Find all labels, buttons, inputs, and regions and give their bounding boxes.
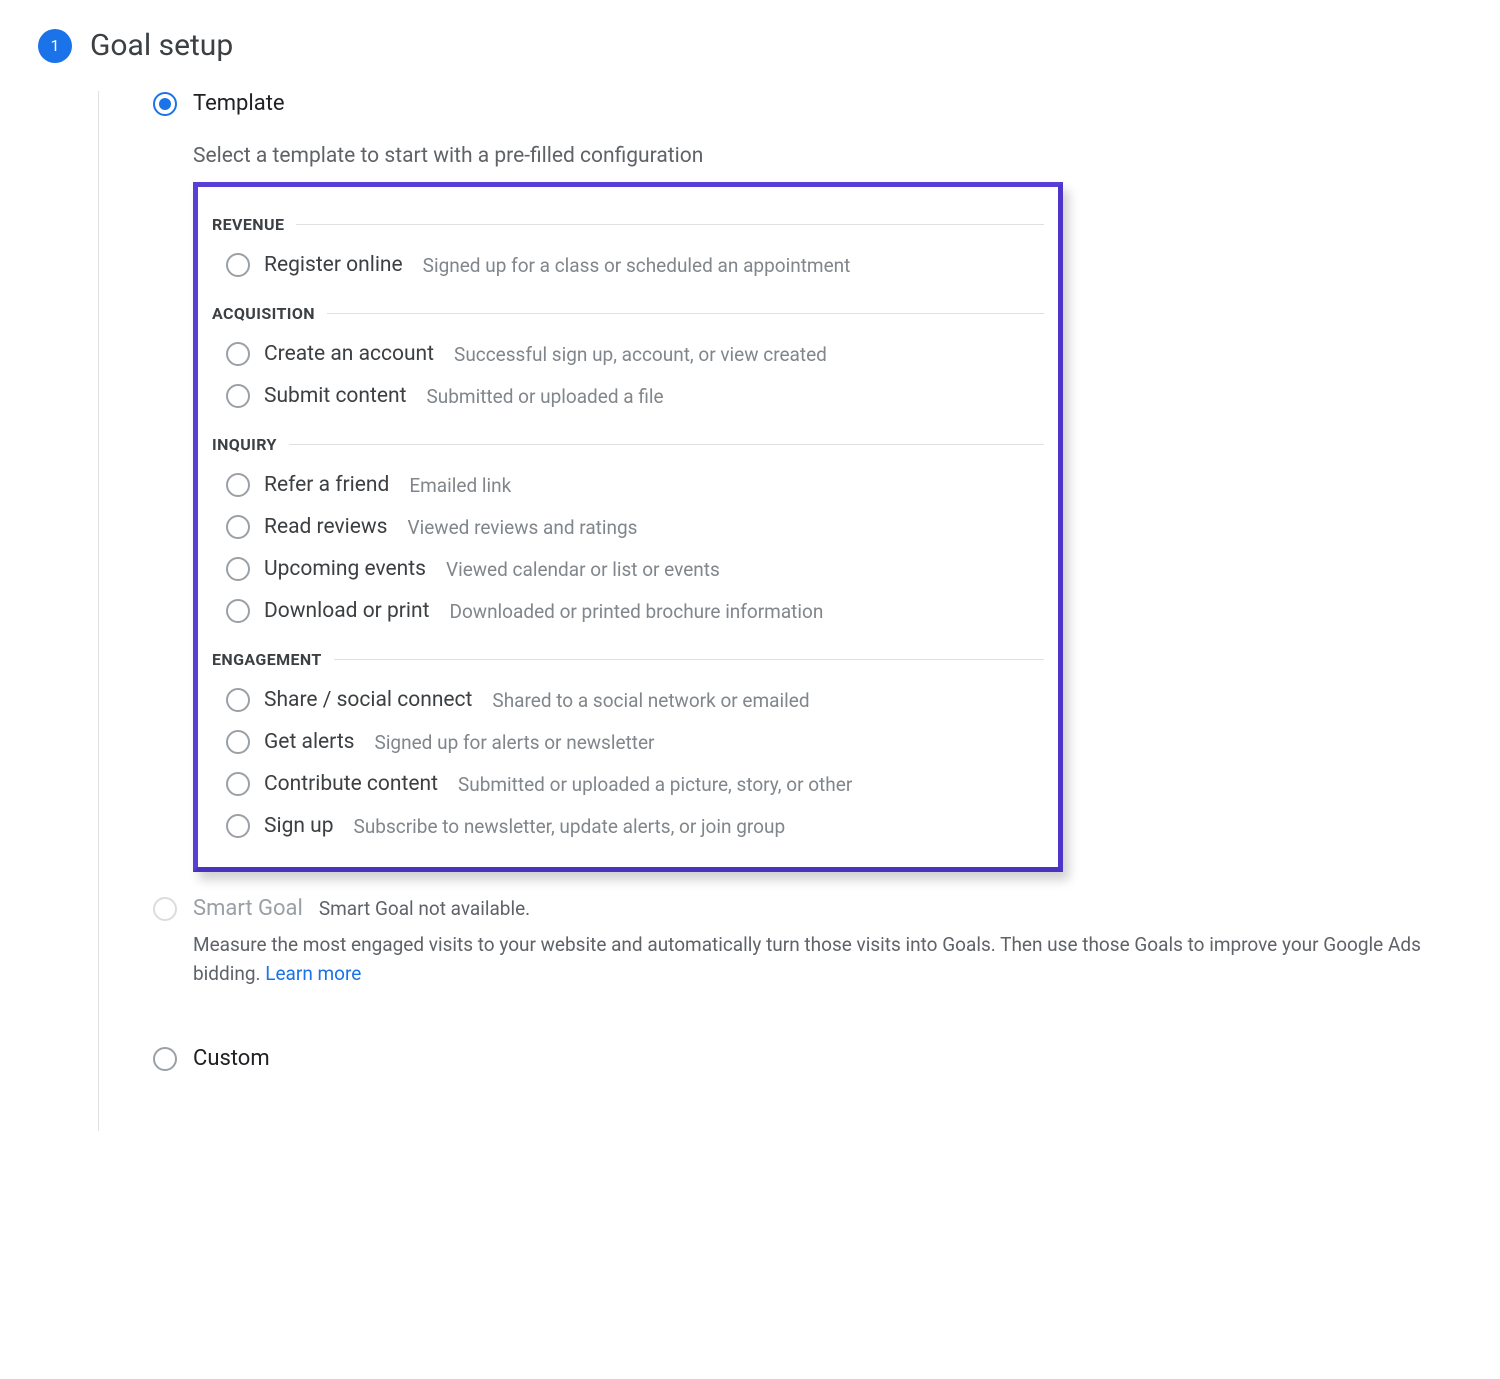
group-heading: ACQUISITION: [212, 304, 1044, 323]
option-radio[interactable]: [226, 342, 250, 366]
option-radio[interactable]: [226, 557, 250, 581]
divider: [334, 659, 1044, 660]
option-desc: Successful sign up, account, or view cre…: [454, 343, 827, 366]
step-header: 1 Goal setup: [38, 28, 1480, 63]
option-radio[interactable]: [226, 384, 250, 408]
option-desc: Downloaded or printed brochure informati…: [449, 600, 823, 623]
option-refer-friend[interactable]: Refer a friend Emailed link: [212, 464, 1044, 506]
option-read-reviews[interactable]: Read reviews Viewed reviews and ratings: [212, 506, 1044, 548]
option-radio[interactable]: [226, 253, 250, 277]
group-title: ENGAGEMENT: [212, 650, 322, 669]
option-radio[interactable]: [226, 814, 250, 838]
group-title: REVENUE: [212, 215, 284, 234]
template-intro-text: Select a template to start with a pre-fi…: [193, 144, 1480, 168]
divider: [327, 313, 1044, 314]
option-desc: Signed up for a class or scheduled an ap…: [423, 254, 851, 277]
group-heading: REVENUE: [212, 215, 1044, 234]
group-title: ACQUISITION: [212, 304, 315, 323]
option-label: Register online: [264, 253, 403, 277]
option-radio[interactable]: [226, 772, 250, 796]
smart-goal-radio-row: Smart Goal Smart Goal not available.: [153, 896, 1480, 921]
option-radio[interactable]: [226, 515, 250, 539]
template-radio-row[interactable]: Template: [153, 91, 1480, 116]
group-acquisition: ACQUISITION Create an account Successful…: [212, 304, 1044, 417]
smart-goal-desc-text: Measure the most engaged visits to your …: [193, 933, 1421, 985]
template-radio[interactable]: [153, 92, 177, 116]
group-title: INQUIRY: [212, 435, 277, 454]
option-radio[interactable]: [226, 688, 250, 712]
option-label: Upcoming events: [264, 557, 426, 581]
option-desc: Submitted or uploaded a file: [426, 385, 663, 408]
option-share-social[interactable]: Share / social connect Shared to a socia…: [212, 679, 1044, 721]
option-get-alerts[interactable]: Get alerts Signed up for alerts or newsl…: [212, 721, 1044, 763]
option-sign-up[interactable]: Sign up Subscribe to newsletter, update …: [212, 805, 1044, 847]
option-contribute-content[interactable]: Contribute content Submitted or uploaded…: [212, 763, 1044, 805]
group-revenue: REVENUE Register online Signed up for a …: [212, 215, 1044, 286]
option-radio[interactable]: [226, 599, 250, 623]
step-body: Template Select a template to start with…: [98, 91, 1480, 1131]
option-label: Get alerts: [264, 730, 355, 754]
option-label: Submit content: [264, 384, 406, 408]
option-desc: Signed up for alerts or newsletter: [375, 731, 655, 754]
group-heading: INQUIRY: [212, 435, 1044, 454]
smart-goal-status: Smart Goal not available.: [319, 897, 530, 920]
template-highlight-box: REVENUE Register online Signed up for a …: [193, 182, 1063, 872]
custom-radio[interactable]: [153, 1047, 177, 1071]
option-label: Read reviews: [264, 515, 388, 539]
option-label: Download or print: [264, 599, 429, 623]
option-label: Sign up: [264, 814, 334, 838]
divider: [289, 444, 1044, 445]
group-inquiry: INQUIRY Refer a friend Emailed link Read…: [212, 435, 1044, 632]
option-label: Refer a friend: [264, 473, 389, 497]
step-number-badge: 1: [38, 29, 72, 63]
step-title: Goal setup: [90, 28, 233, 63]
group-heading: ENGAGEMENT: [212, 650, 1044, 669]
divider: [296, 224, 1044, 225]
option-desc: Viewed calendar or list or events: [446, 558, 720, 581]
option-submit-content[interactable]: Submit content Submitted or uploaded a f…: [212, 375, 1044, 417]
custom-radio-row[interactable]: Custom: [153, 1046, 1480, 1071]
option-desc: Subscribe to newsletter, update alerts, …: [354, 815, 786, 838]
option-desc: Shared to a social network or emailed: [492, 689, 809, 712]
template-radio-label: Template: [193, 91, 285, 116]
learn-more-link[interactable]: Learn more: [265, 962, 361, 985]
custom-radio-label: Custom: [193, 1046, 270, 1071]
option-radio[interactable]: [226, 473, 250, 497]
option-label: Share / social connect: [264, 688, 472, 712]
option-desc: Submitted or uploaded a picture, story, …: [458, 773, 852, 796]
option-desc: Viewed reviews and ratings: [408, 516, 638, 539]
option-desc: Emailed link: [409, 474, 511, 497]
smart-goal-radio: [153, 897, 177, 921]
smart-goal-label: Smart Goal: [193, 896, 303, 921]
smart-goal-description: Measure the most engaged visits to your …: [193, 931, 1473, 988]
group-engagement: ENGAGEMENT Share / social connect Shared…: [212, 650, 1044, 847]
option-label: Contribute content: [264, 772, 438, 796]
option-create-account[interactable]: Create an account Successful sign up, ac…: [212, 333, 1044, 375]
option-register-online[interactable]: Register online Signed up for a class or…: [212, 244, 1044, 286]
option-download-print[interactable]: Download or print Downloaded or printed …: [212, 590, 1044, 632]
option-upcoming-events[interactable]: Upcoming events Viewed calendar or list …: [212, 548, 1044, 590]
option-label: Create an account: [264, 342, 434, 366]
option-radio[interactable]: [226, 730, 250, 754]
